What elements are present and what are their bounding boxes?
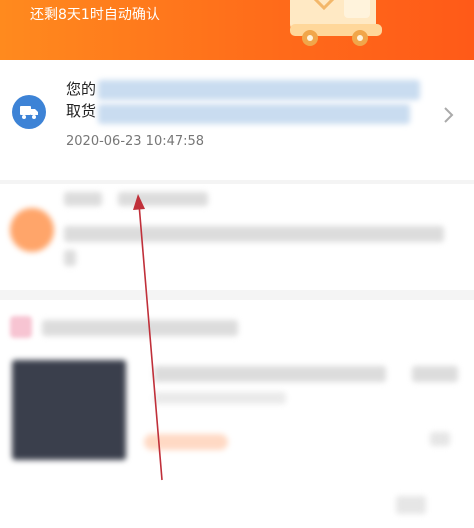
logistics-line-2: 取货 xyxy=(66,102,97,120)
logistics-message: 您的 取货 xyxy=(66,78,96,122)
auto-confirm-countdown: 还剩8天1时自动确认 xyxy=(30,7,160,23)
seller-avatar xyxy=(10,208,54,252)
shop-icon xyxy=(10,316,32,338)
action-button-redacted[interactable] xyxy=(396,496,426,514)
truck-icon xyxy=(20,106,38,119)
seller-meta-redacted xyxy=(118,192,208,206)
product-tag-redacted xyxy=(144,434,228,450)
logistics-redacted-line-2 xyxy=(98,104,410,124)
logistics-timestamp: 2020-06-23 10:47:58 xyxy=(66,134,205,149)
product-spec-redacted xyxy=(154,392,286,404)
logistics-redacted-line-1 xyxy=(98,80,420,100)
chevron-right-icon[interactable] xyxy=(442,106,456,124)
product-quantity-redacted xyxy=(430,432,450,446)
logistics-line-1: 您的 xyxy=(66,80,97,98)
seller-message-line-2 xyxy=(64,250,76,266)
delivery-truck-illustration xyxy=(290,0,382,46)
seller-message-line-1 xyxy=(64,226,444,242)
product-title-redacted xyxy=(154,366,386,382)
shop-name-redacted xyxy=(42,320,238,336)
product-thumbnail[interactable] xyxy=(12,360,126,460)
seller-name-redacted xyxy=(64,192,102,206)
logistics-badge xyxy=(12,95,46,129)
order-status-header: 还剩8天1时自动确认 xyxy=(0,0,474,60)
product-price-redacted xyxy=(412,366,458,382)
